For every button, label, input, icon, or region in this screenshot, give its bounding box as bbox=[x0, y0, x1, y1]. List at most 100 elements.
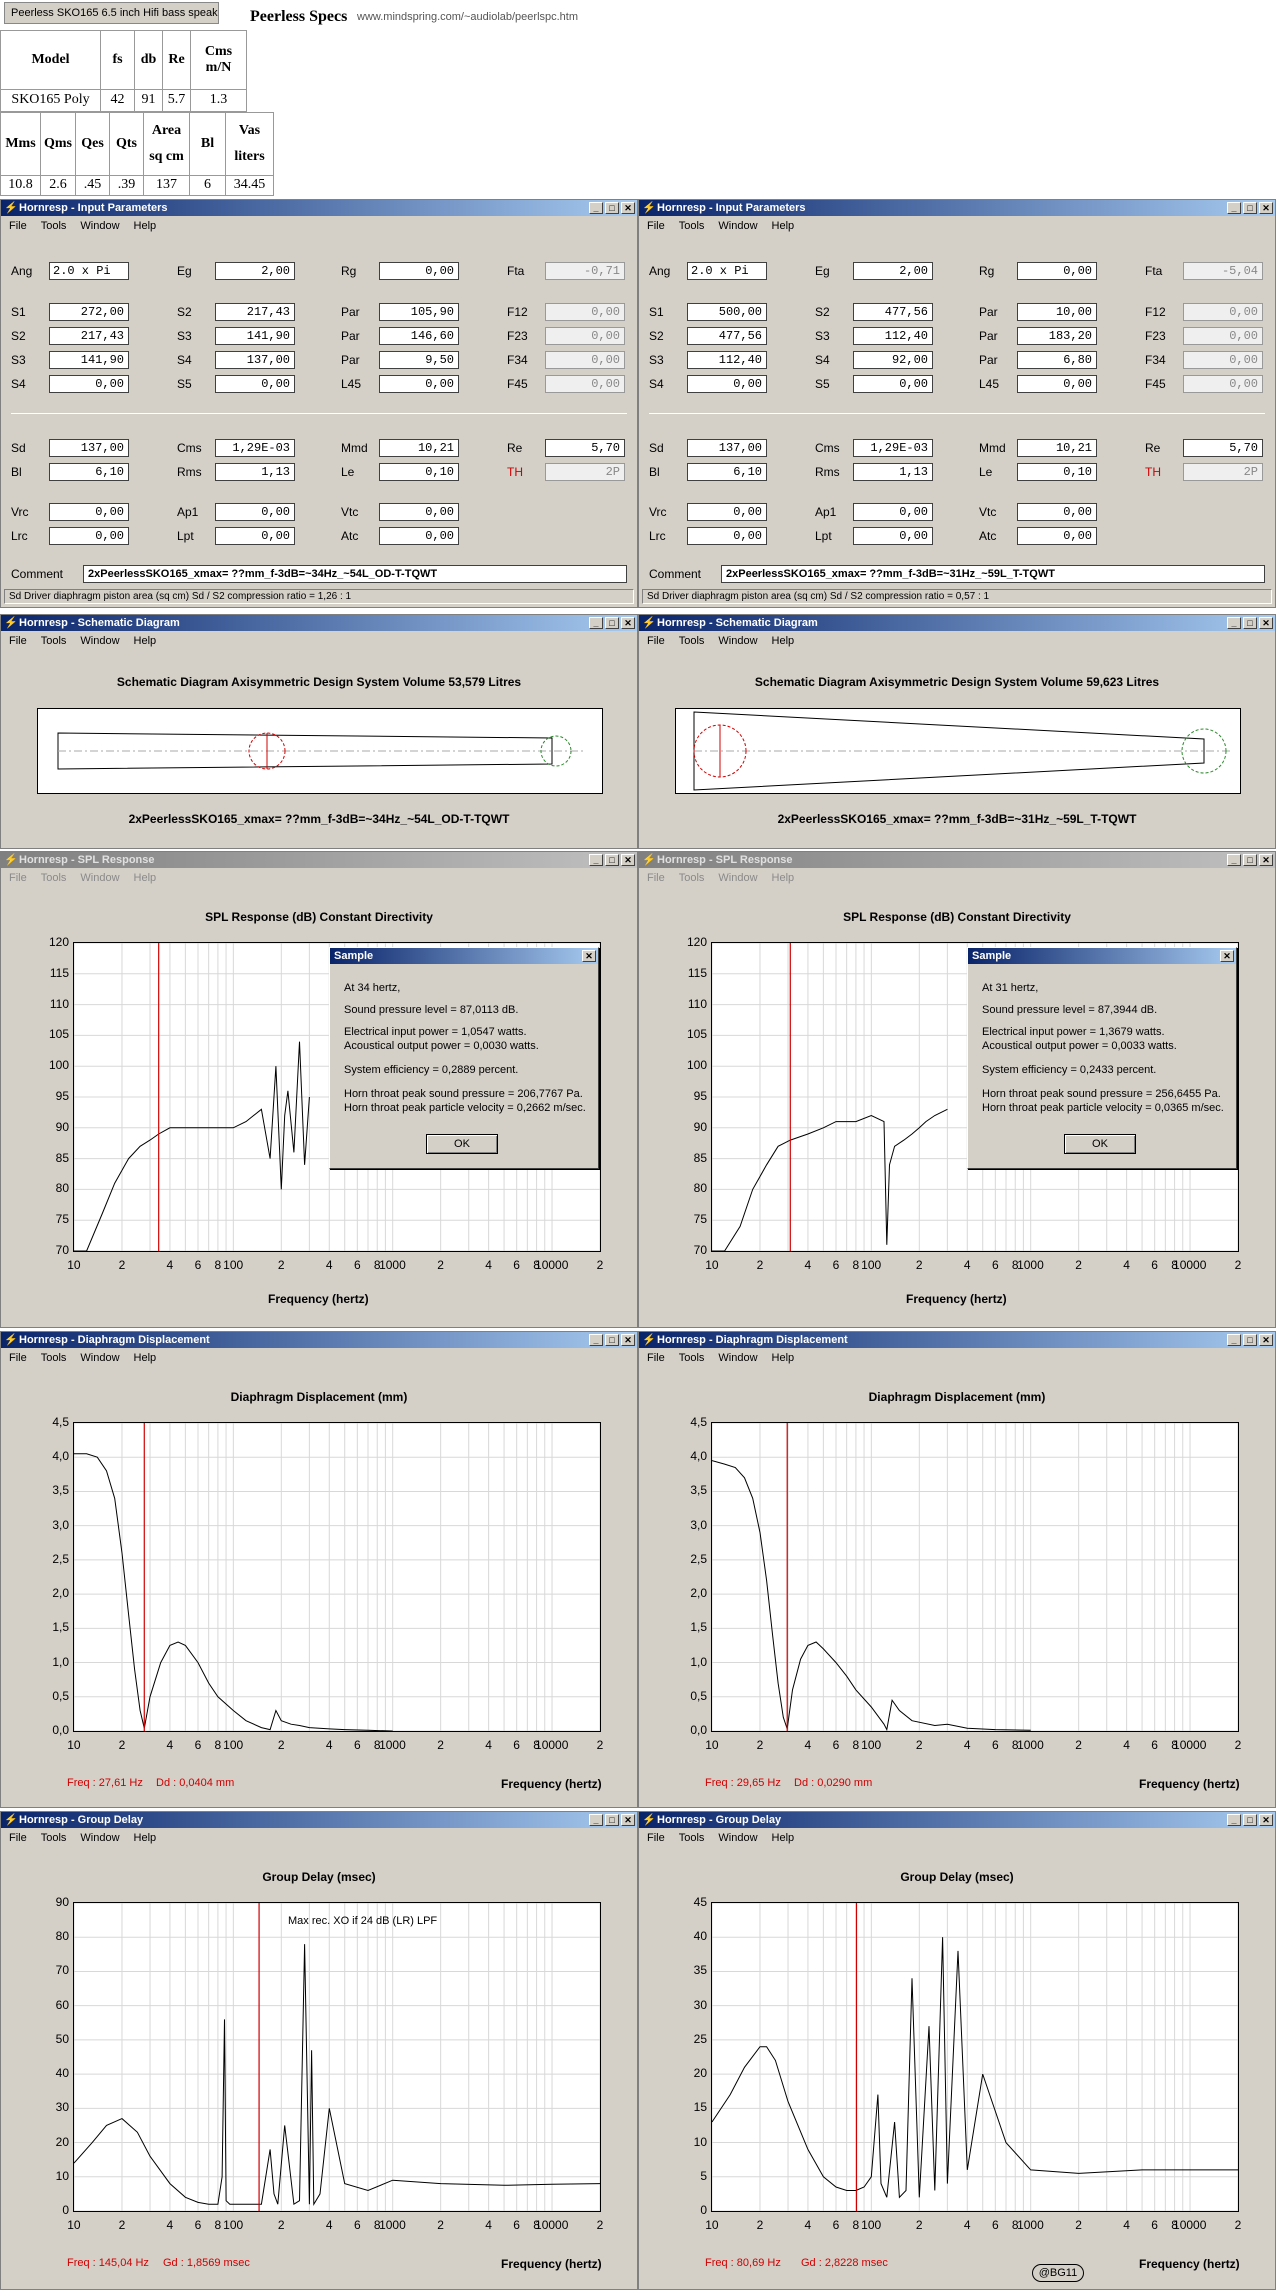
maximize-icon[interactable]: □ bbox=[605, 854, 619, 866]
menu-item-help[interactable]: Help bbox=[772, 1829, 795, 1847]
title-bar[interactable]: ⚡ Hornresp - Input Parameters _ □ ✕ bbox=[1, 200, 637, 216]
menu-item-file[interactable]: File bbox=[9, 1349, 27, 1367]
menu-item-help[interactable]: Help bbox=[134, 1349, 157, 1367]
param-field-par[interactable]: 9,50 bbox=[379, 351, 459, 369]
title-bar[interactable]: ⚡ Hornresp - Schematic Diagram _ □ ✕ bbox=[639, 615, 1275, 631]
menu-item-tools[interactable]: Tools bbox=[41, 632, 67, 650]
menu-item-file[interactable]: File bbox=[9, 217, 27, 235]
param-field-par[interactable]: 10,00 bbox=[1017, 303, 1097, 321]
param-field-f23[interactable]: 0,00 bbox=[1183, 327, 1263, 345]
menu-item-file[interactable]: File bbox=[647, 1829, 665, 1847]
menu-item-file[interactable]: File bbox=[647, 217, 665, 235]
param-field-s4[interactable]: 92,00 bbox=[853, 351, 933, 369]
param-field-mmd[interactable]: 10,21 bbox=[1017, 439, 1097, 457]
title-bar[interactable]: ⚡ Hornresp - Diaphragm Displacement _ □ ✕ bbox=[1, 1332, 637, 1348]
param-field-s5[interactable]: 0,00 bbox=[853, 375, 933, 393]
param-field-s4[interactable]: 0,00 bbox=[49, 375, 129, 393]
param-field-s3[interactable]: 112,40 bbox=[853, 327, 933, 345]
param-field-re[interactable]: 5,70 bbox=[545, 439, 625, 457]
browser-tab[interactable]: Peerless SKO165 6.5 inch Hifi bass speak… bbox=[4, 2, 219, 24]
param-field-f34[interactable]: 0,00 bbox=[1183, 351, 1263, 369]
menu-item-window[interactable]: Window bbox=[718, 217, 757, 235]
param-field-sd[interactable]: 137,00 bbox=[687, 439, 767, 457]
close-icon[interactable]: ✕ bbox=[621, 1814, 635, 1826]
param-field-s4[interactable]: 0,00 bbox=[687, 375, 767, 393]
close-icon[interactable]: ✕ bbox=[1259, 202, 1273, 214]
maximize-icon[interactable]: □ bbox=[605, 1334, 619, 1346]
close-icon[interactable]: ✕ bbox=[582, 950, 596, 962]
maximize-icon[interactable]: □ bbox=[605, 617, 619, 629]
menu-item-file[interactable]: File bbox=[9, 632, 27, 650]
menu-item-help[interactable]: Help bbox=[772, 1349, 795, 1367]
minimize-icon[interactable]: _ bbox=[1227, 1334, 1241, 1346]
menu-item-tools[interactable]: Tools bbox=[41, 217, 67, 235]
menu-item-window[interactable]: Window bbox=[80, 869, 119, 887]
param-field-cms[interactable]: 1,29E-03 bbox=[853, 439, 933, 457]
menu-item-tools[interactable]: Tools bbox=[41, 869, 67, 887]
title-bar[interactable]: ⚡ Hornresp - Group Delay _ □ ✕ bbox=[639, 1812, 1275, 1828]
param-field-s3[interactable]: 141,90 bbox=[215, 327, 295, 345]
menu-item-file[interactable]: File bbox=[9, 869, 27, 887]
dialog-title-bar[interactable]: Sample ✕ bbox=[968, 948, 1236, 964]
param-field-bl[interactable]: 6,10 bbox=[49, 463, 129, 481]
param-field-par[interactable]: 105,90 bbox=[379, 303, 459, 321]
param-field-eg[interactable]: 2,00 bbox=[853, 262, 933, 280]
menu-item-help[interactable]: Help bbox=[134, 217, 157, 235]
title-bar[interactable]: ⚡ Hornresp - SPL Response _ □ ✕ bbox=[1, 852, 637, 868]
close-icon[interactable]: ✕ bbox=[1220, 950, 1234, 962]
menu-item-tools[interactable]: Tools bbox=[679, 869, 705, 887]
menu-item-tools[interactable]: Tools bbox=[679, 1349, 705, 1367]
param-field-s1[interactable]: 500,00 bbox=[687, 303, 767, 321]
menu-item-window[interactable]: Window bbox=[718, 1349, 757, 1367]
menu-item-help[interactable]: Help bbox=[134, 632, 157, 650]
menu-item-window[interactable]: Window bbox=[80, 632, 119, 650]
close-icon[interactable]: ✕ bbox=[1259, 1334, 1273, 1346]
maximize-icon[interactable]: □ bbox=[1243, 1334, 1257, 1346]
param-field-lrc[interactable]: 0,00 bbox=[687, 527, 767, 545]
param-field-rms[interactable]: 1,13 bbox=[215, 463, 295, 481]
param-field-re[interactable]: 5,70 bbox=[1183, 439, 1263, 457]
menu-item-window[interactable]: Window bbox=[80, 1349, 119, 1367]
param-field-vtc[interactable]: 0,00 bbox=[1017, 503, 1097, 521]
param-field-eg[interactable]: 2,00 bbox=[215, 262, 295, 280]
menu-item-help[interactable]: Help bbox=[134, 869, 157, 887]
param-field-sd[interactable]: 137,00 bbox=[49, 439, 129, 457]
minimize-icon[interactable]: _ bbox=[1227, 1814, 1241, 1826]
param-field-f45[interactable]: 0,00 bbox=[545, 375, 625, 393]
close-icon[interactable]: ✕ bbox=[1259, 617, 1273, 629]
param-field-par[interactable]: 183,20 bbox=[1017, 327, 1097, 345]
maximize-icon[interactable]: □ bbox=[1243, 854, 1257, 866]
param-field-cms[interactable]: 1,29E-03 bbox=[215, 439, 295, 457]
param-field-ang[interactable]: 2.0 x Pi bbox=[687, 262, 767, 280]
maximize-icon[interactable]: □ bbox=[605, 202, 619, 214]
close-icon[interactable]: ✕ bbox=[621, 854, 635, 866]
menu-item-help[interactable]: Help bbox=[772, 217, 795, 235]
param-field-th[interactable]: 2P bbox=[545, 463, 625, 481]
minimize-icon[interactable]: _ bbox=[589, 1814, 603, 1826]
param-field-vrc[interactable]: 0,00 bbox=[687, 503, 767, 521]
ok-button[interactable]: OK bbox=[1064, 1134, 1136, 1154]
param-field-le[interactable]: 0,10 bbox=[1017, 463, 1097, 481]
param-field-f12[interactable]: 0,00 bbox=[545, 303, 625, 321]
param-field-lpt[interactable]: 0,00 bbox=[215, 527, 295, 545]
param-field-s1[interactable]: 272,00 bbox=[49, 303, 129, 321]
title-bar[interactable]: ⚡ Hornresp - Group Delay _ □ ✕ bbox=[1, 1812, 637, 1828]
minimize-icon[interactable]: _ bbox=[589, 617, 603, 629]
menu-item-tools[interactable]: Tools bbox=[679, 1829, 705, 1847]
param-field-fta[interactable]: -5,04 bbox=[1183, 262, 1263, 280]
param-field-ap1[interactable]: 0,00 bbox=[853, 503, 933, 521]
close-icon[interactable]: ✕ bbox=[621, 617, 635, 629]
param-field-th[interactable]: 2P bbox=[1183, 463, 1263, 481]
title-bar[interactable]: ⚡ Hornresp - Input Parameters _ □ ✕ bbox=[639, 200, 1275, 216]
param-field-s3[interactable]: 141,90 bbox=[49, 351, 129, 369]
param-field-f12[interactable]: 0,00 bbox=[1183, 303, 1263, 321]
menu-item-tools[interactable]: Tools bbox=[41, 1829, 67, 1847]
menu-item-window[interactable]: Window bbox=[718, 1829, 757, 1847]
menu-item-file[interactable]: File bbox=[647, 869, 665, 887]
param-field-ap1[interactable]: 0,00 bbox=[215, 503, 295, 521]
param-field-s2[interactable]: 217,43 bbox=[215, 303, 295, 321]
maximize-icon[interactable]: □ bbox=[1243, 1814, 1257, 1826]
menu-item-window[interactable]: Window bbox=[80, 217, 119, 235]
title-bar[interactable]: ⚡ Hornresp - Diaphragm Displacement _ □ ✕ bbox=[639, 1332, 1275, 1348]
menu-item-file[interactable]: File bbox=[647, 632, 665, 650]
